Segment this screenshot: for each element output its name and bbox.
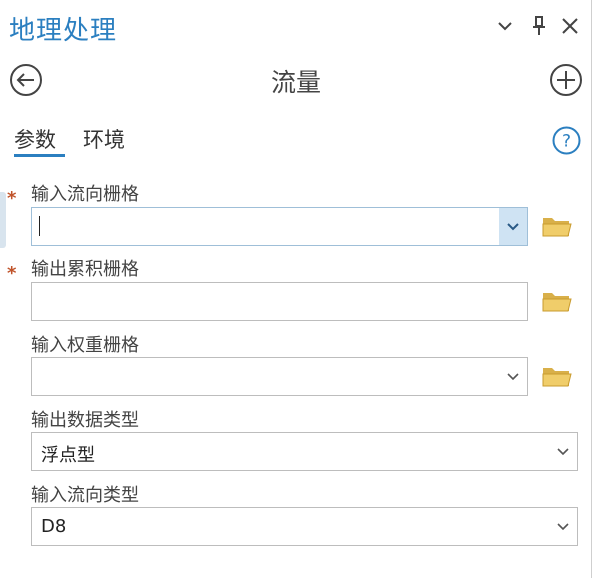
- edge-accent: [0, 192, 6, 248]
- close-button[interactable]: [557, 12, 583, 40]
- browse-flow-direction-button[interactable]: [541, 213, 573, 239]
- flow-direction-type-select[interactable]: D8: [31, 507, 578, 546]
- output-data-type-value: 浮点型: [41, 445, 95, 466]
- weight-raster-dropdown[interactable]: [499, 358, 527, 395]
- add-button[interactable]: [549, 63, 583, 97]
- weight-raster-input[interactable]: [31, 357, 528, 396]
- help-button[interactable]: ?: [552, 126, 581, 155]
- pin-button[interactable]: [526, 12, 552, 40]
- chevron-down-icon: [557, 522, 569, 530]
- text-caret: [39, 216, 40, 236]
- svg-text:?: ?: [562, 132, 571, 152]
- param-label-flow-direction: 输入流向栅格: [31, 184, 139, 205]
- chevron-down-icon: [557, 447, 569, 455]
- add-circle-icon: [550, 64, 582, 96]
- pane-menu-button[interactable]: [492, 12, 518, 40]
- chevron-down-icon: [498, 22, 512, 31]
- pane-title: 地理处理: [9, 16, 118, 46]
- close-icon: [562, 18, 578, 34]
- param-label-output-accumulation: 输出累积栅格: [31, 259, 139, 280]
- active-tab-indicator: [14, 154, 65, 157]
- required-marker: *: [7, 263, 17, 284]
- pin-icon: [533, 16, 545, 35]
- required-marker: *: [7, 188, 17, 209]
- geoprocessing-pane: 地理处理 流量 参数 环境 ? * 输入流向栅格 * 输出累积栅格 输入权重栅格…: [0, 0, 592, 578]
- folder-icon: [542, 218, 572, 237]
- chevron-down-icon: [507, 372, 519, 380]
- flow-direction-type-dropdown[interactable]: [549, 508, 577, 545]
- flow-direction-dropdown[interactable]: [499, 208, 527, 245]
- output-data-type-dropdown[interactable]: [549, 433, 577, 470]
- help-circle-icon: ?: [552, 126, 581, 155]
- flow-direction-input[interactable]: [31, 207, 528, 246]
- folder-icon: [542, 368, 572, 387]
- param-label-flow-direction-type: 输入流向类型: [31, 485, 139, 506]
- flow-direction-type-value: D8: [41, 516, 67, 537]
- folder-icon: [542, 293, 572, 312]
- browse-weight-raster-button[interactable]: [541, 363, 573, 389]
- param-label-weight-raster: 输入权重栅格: [31, 335, 139, 356]
- param-label-output-data-type: 输出数据类型: [31, 410, 139, 431]
- output-accumulation-input[interactable]: [31, 282, 528, 321]
- tab-parameters[interactable]: 参数: [14, 124, 56, 154]
- tool-title: 流量: [270, 68, 321, 97]
- tab-environments[interactable]: 环境: [83, 124, 125, 154]
- output-data-type-select[interactable]: 浮点型: [31, 432, 578, 471]
- browse-output-accumulation-button[interactable]: [541, 288, 573, 314]
- chevron-down-icon: [507, 222, 519, 230]
